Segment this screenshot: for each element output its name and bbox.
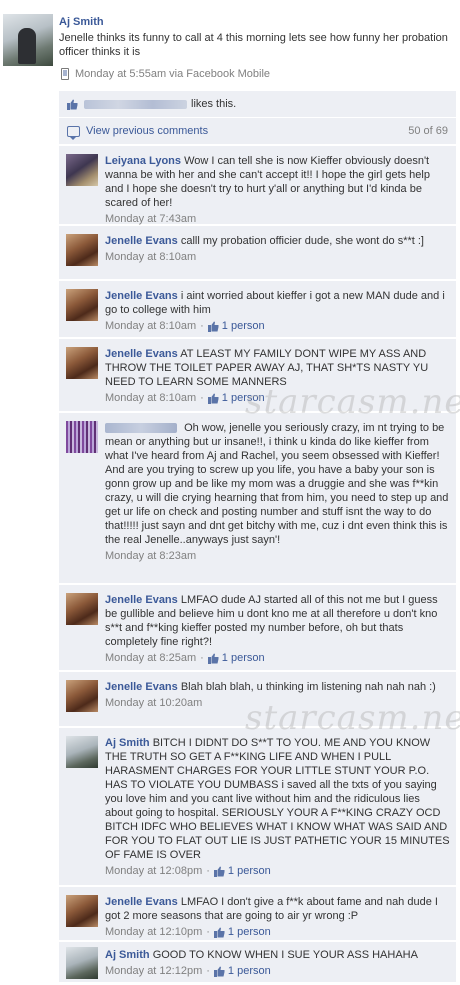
- comment-likes-link[interactable]: 1 person: [213, 925, 271, 939]
- comment-item: Oh wow, jenelle you seriously crazy, im …: [59, 412, 456, 583]
- avatar[interactable]: [66, 154, 98, 186]
- view-previous-comments-bar[interactable]: View previous comments 50 of 69: [59, 118, 456, 144]
- avatar[interactable]: [66, 593, 98, 625]
- meta-separator: ·: [200, 392, 204, 404]
- comment-timestamp[interactable]: Monday at 10:20am: [105, 696, 202, 710]
- comment-timestamp[interactable]: Monday at 8:10am: [105, 250, 196, 264]
- comment-timestamp[interactable]: Monday at 12:08pm: [105, 864, 202, 878]
- avatar[interactable]: [66, 895, 98, 927]
- comment-meta: Monday at 8:25am · 1 person: [105, 651, 450, 665]
- avatar[interactable]: [66, 680, 98, 712]
- meta-separator: ·: [206, 865, 210, 877]
- thumbs-up-icon: [207, 653, 219, 664]
- comment-bubble-icon: [67, 125, 80, 140]
- comment-author-link[interactable]: Aj Smith: [105, 737, 150, 749]
- status-post: Aj Smith Jenelle thinks its funny to cal…: [0, 0, 460, 95]
- comment-meta: Monday at 10:20am: [105, 696, 450, 710]
- meta-separator: ·: [206, 965, 210, 977]
- comment-meta: Monday at 12:12pm · 1 person: [105, 964, 450, 978]
- comment-meta: Monday at 12:08pm · 1 person: [105, 864, 450, 878]
- comment-author-link[interactable]: Jenelle Evans: [105, 594, 178, 606]
- comment-item: Jenelle Evans Blah blah blah, u thinking…: [59, 671, 456, 726]
- comment-item: Jenelle Evans calll my probation officie…: [59, 225, 456, 279]
- comment-text: BITCH I DIDNT DO S**T TO YOU. ME AND YOU…: [105, 737, 450, 861]
- comment-likes-count[interactable]: 1 person: [222, 651, 265, 665]
- comment-meta: Monday at 8:23am: [105, 549, 450, 563]
- comment-item: Jenelle Evans AT LEAST MY FAMILY DONT WI…: [59, 338, 456, 411]
- comment-item: Jenelle Evans LMFAO dude AJ started all …: [59, 584, 456, 670]
- avatar[interactable]: [66, 234, 98, 266]
- comment-meta: Monday at 8:10am: [105, 250, 450, 264]
- comment-author-link[interactable]: Jenelle Evans: [105, 896, 178, 908]
- comment-timestamp[interactable]: Monday at 8:10am: [105, 391, 196, 405]
- thumbs-up-icon: [67, 99, 78, 110]
- thumbs-up-icon: [207, 321, 219, 332]
- comment-item: Jenelle Evans i aint worried about kieff…: [59, 280, 456, 337]
- likes-text: likes this.: [191, 98, 237, 110]
- comment-item: Aj Smith BITCH I DIDNT DO S**T TO YOU. M…: [59, 727, 456, 885]
- comment-item: Jenelle Evans LMFAO I don't give a f**k …: [59, 886, 456, 940]
- comment-count: 50 of 69: [408, 125, 448, 137]
- comment-timestamp[interactable]: Monday at 8:10am: [105, 319, 196, 333]
- meta-separator: ·: [206, 926, 210, 938]
- comment-item: Leiyana Lyons Wow I can tell she is now …: [59, 145, 456, 226]
- comment-likes-count[interactable]: 1 person: [228, 925, 271, 939]
- comment-likes-link[interactable]: 1 person: [213, 964, 271, 978]
- meta-separator: ·: [200, 652, 204, 664]
- comment-likes-link[interactable]: 1 person: [207, 391, 265, 405]
- comment-text: Blah blah blah, u thinking im listening …: [180, 681, 436, 693]
- view-previous-comments-link[interactable]: View previous comments: [86, 125, 208, 137]
- comment-timestamp[interactable]: Monday at 8:25am: [105, 651, 196, 665]
- comment-meta: Monday at 12:10pm · 1 person: [105, 925, 450, 939]
- comment-likes-count[interactable]: 1 person: [228, 964, 271, 978]
- comment-author-link[interactable]: Jenelle Evans: [105, 681, 178, 693]
- comment-text: GOOD TO KNOW WHEN I SUE YOUR ASS HAHAHA: [152, 949, 418, 961]
- thumbs-up-icon: [213, 866, 225, 877]
- avatar[interactable]: [66, 736, 98, 768]
- comment-timestamp[interactable]: Monday at 8:23am: [105, 549, 196, 563]
- comment-author-link[interactable]: Jenelle Evans: [105, 290, 178, 302]
- likes-bar: likes this.: [59, 91, 456, 117]
- thumbs-up-icon: [213, 927, 225, 938]
- comment-likes-count[interactable]: 1 person: [228, 864, 271, 878]
- post-timestamp[interactable]: Monday at 5:55am via Facebook Mobile: [75, 68, 270, 80]
- post-text: Jenelle thinks its funny to call at 4 th…: [59, 32, 448, 58]
- comment-likes-count[interactable]: 1 person: [222, 319, 265, 333]
- comment-timestamp[interactable]: Monday at 12:12pm: [105, 964, 202, 978]
- comment-author-link[interactable]: Jenelle Evans: [105, 348, 178, 360]
- post-author-link[interactable]: Aj Smith: [59, 16, 104, 28]
- meta-separator: ·: [200, 320, 204, 332]
- mobile-phone-icon: [61, 68, 69, 80]
- avatar[interactable]: [66, 947, 98, 979]
- thumbs-up-icon: [213, 966, 225, 977]
- avatar[interactable]: [66, 421, 98, 453]
- comment-meta: Monday at 8:10am · 1 person: [105, 319, 450, 333]
- comment-author-link[interactable]: Jenelle Evans: [105, 235, 178, 247]
- blurred-comment-author[interactable]: [105, 423, 177, 434]
- comment-author-link[interactable]: Leiyana Lyons: [105, 155, 181, 167]
- comment-likes-count[interactable]: 1 person: [222, 391, 265, 405]
- comment-text: Oh wow, jenelle you seriously crazy, im …: [105, 422, 449, 546]
- thumbs-up-icon: [207, 393, 219, 404]
- post-meta: Monday at 5:55am via Facebook Mobile: [61, 68, 270, 80]
- comment-text: calll my probation officier dude, she wo…: [180, 235, 424, 247]
- comment-likes-link[interactable]: 1 person: [207, 651, 265, 665]
- avatar[interactable]: [66, 347, 98, 379]
- blurred-liker-name[interactable]: [84, 99, 187, 109]
- comment-item: Aj Smith GOOD TO KNOW WHEN I SUE YOUR AS…: [59, 941, 456, 982]
- comment-timestamp[interactable]: Monday at 12:10pm: [105, 925, 202, 939]
- comment-timestamp[interactable]: Monday at 7:43am: [105, 212, 196, 226]
- comment-likes-link[interactable]: 1 person: [207, 319, 265, 333]
- avatar[interactable]: [3, 14, 53, 66]
- comment-likes-link[interactable]: 1 person: [213, 864, 271, 878]
- comment-meta: Monday at 7:43am: [105, 212, 450, 226]
- avatar[interactable]: [66, 289, 98, 321]
- comment-meta: Monday at 8:10am · 1 person: [105, 391, 450, 405]
- comment-author-link[interactable]: Aj Smith: [105, 949, 150, 961]
